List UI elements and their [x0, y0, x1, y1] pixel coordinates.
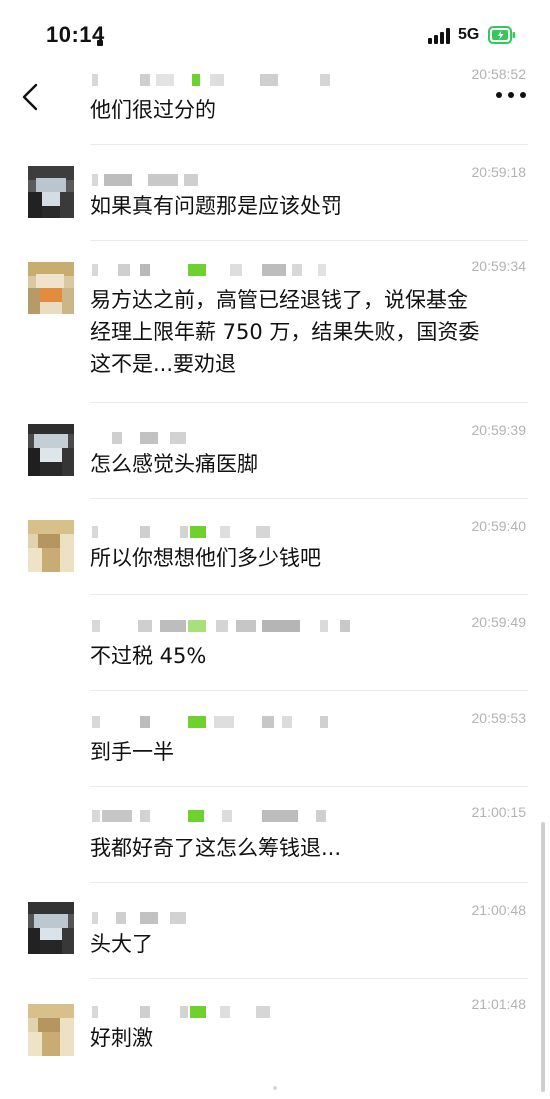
- avatar: [28, 520, 74, 572]
- sender-name: [90, 810, 330, 824]
- message-line: 经理上限年薪 750 万，结果失败，国资委: [90, 320, 480, 344]
- message-time: 20:59:34: [471, 258, 527, 274]
- scroll-indicator[interactable]: [541, 822, 545, 1092]
- message-time: 20:59:18: [471, 164, 527, 180]
- sender-name: [90, 526, 330, 540]
- message-time: 20:59:49: [471, 614, 527, 630]
- message-line: 这不是...要劝退: [90, 352, 237, 376]
- message-text: 他们很过分的: [90, 94, 518, 126]
- separator: [90, 498, 528, 499]
- message-line: 怎么感觉头痛医脚: [90, 452, 258, 476]
- message-line: 头大了: [90, 932, 153, 956]
- message-line: 不过税 45%: [90, 644, 207, 668]
- message-item: 21:01:48 好刺激: [0, 978, 550, 1086]
- signal-icon: [428, 28, 454, 44]
- message-line: 好刺激: [90, 1026, 153, 1050]
- message-time: 20:59:53: [471, 710, 527, 726]
- message-text: 不过税 45%: [90, 640, 518, 672]
- message-time: 21:01:48: [471, 996, 527, 1012]
- message-line: 我都好奇了这怎么筹钱退...: [90, 836, 342, 860]
- avatar: [28, 1004, 74, 1056]
- avatar: [28, 424, 74, 476]
- message-item: 20:59:39 怎么感觉头痛医脚: [0, 402, 550, 498]
- message-time: 20:58:52: [471, 66, 527, 82]
- message-text: 易方达之前，高管已经退钱了，说保基金 经理上限年薪 750 万，结果失败，国资委…: [90, 284, 518, 380]
- avatar: [28, 166, 74, 218]
- separator: [90, 144, 528, 145]
- network-label: 5G: [458, 26, 480, 43]
- message-line: 到手一半: [90, 740, 174, 764]
- message-time: 20:59:39: [471, 422, 527, 438]
- message-text: 到手一半: [90, 736, 518, 768]
- status-bar: 10:14 5G: [0, 0, 550, 64]
- message-text: 所以你想想他们多少钱吧: [90, 542, 518, 574]
- message-text: 好刺激: [90, 1022, 518, 1054]
- message-item: 20:58:52 他们很过分的: [0, 62, 550, 144]
- sender-name: [90, 1006, 330, 1020]
- avatar: [28, 262, 74, 314]
- separator: [90, 240, 528, 241]
- sender-name: [90, 174, 330, 188]
- sender-name: [90, 432, 330, 446]
- message-item: 20:59:40 所以你想想他们多少钱吧: [0, 498, 550, 594]
- separator: [90, 402, 528, 403]
- separator: [90, 594, 528, 595]
- location-icon: [97, 40, 103, 46]
- message-line: 所以你想想他们多少钱吧: [90, 546, 321, 570]
- sender-name: [90, 912, 330, 926]
- sender-name: [90, 716, 330, 730]
- separator: [90, 786, 528, 787]
- message-time: 21:00:48: [471, 902, 527, 918]
- separator: [90, 882, 528, 883]
- message-text: 怎么感觉头痛医脚: [90, 448, 518, 480]
- message-item: 20:59:49 不过税 45%: [0, 594, 550, 690]
- separator: [90, 978, 528, 979]
- message-text: 如果真有问题那是应该处罚: [90, 190, 518, 222]
- message-time: 21:00:15: [471, 804, 527, 820]
- message-item: 21:00:15 我都好奇了这怎么筹钱退...: [0, 786, 550, 882]
- message-item: 21:00:48 头大了: [0, 882, 550, 978]
- sender-name: [90, 264, 330, 278]
- message-line: 他们很过分的: [90, 98, 216, 122]
- battery-icon: [488, 26, 515, 44]
- message-line: 易方达之前，高管已经退钱了，说保基金: [90, 288, 468, 312]
- message-item: 20:59:53 到手一半: [0, 690, 550, 786]
- message-text: 头大了: [90, 928, 518, 960]
- avatar: [28, 902, 74, 954]
- message-item: 20:59:34 易方达之前，高管已经退钱了，说保基金 经理上限年薪 750 万…: [0, 240, 550, 402]
- message-item: 20:59:18 如果真有问题那是应该处罚: [0, 144, 550, 240]
- sender-name: [90, 620, 350, 634]
- sender-name: [90, 74, 330, 88]
- separator: [90, 690, 528, 691]
- message-line: 如果真有问题那是应该处罚: [90, 194, 342, 218]
- loading-dot: [273, 1086, 277, 1090]
- message-text: 我都好奇了这怎么筹钱退...: [90, 832, 518, 864]
- status-time: 10:14: [46, 22, 105, 47]
- message-time: 20:59:40: [471, 518, 527, 534]
